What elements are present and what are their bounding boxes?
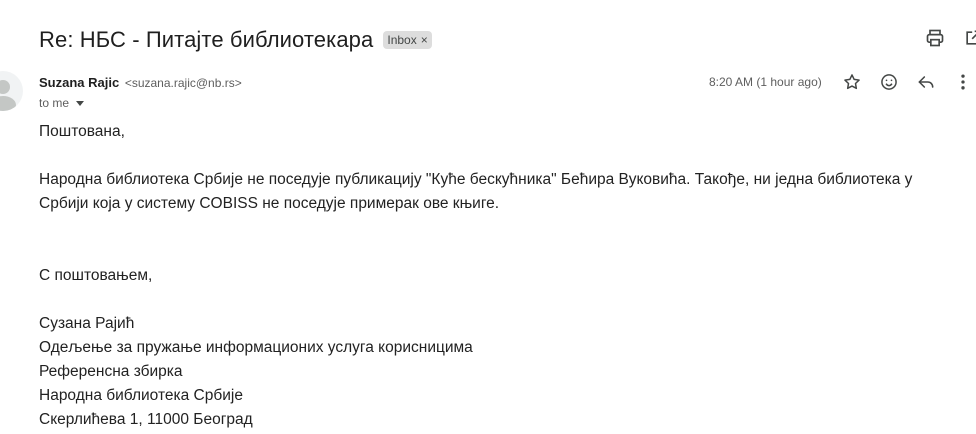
message-body: Поштована, Народна библиотека Србије не … (39, 120, 969, 432)
emoji-reaction-icon[interactable] (879, 72, 899, 92)
reply-icon[interactable] (916, 72, 936, 92)
recipient-label: to me (39, 96, 70, 110)
subject-row: Re: НБС - Питајте библиотекара Inbox × (39, 26, 976, 54)
sender-email: <suzana.rajic@nb.rs> (124, 76, 242, 90)
star-icon[interactable] (842, 72, 862, 92)
signature-organization: Народна библиотека Србије (39, 387, 243, 404)
recipient-details-toggle[interactable]: to me (39, 96, 85, 110)
more-vertical-icon[interactable] (953, 72, 973, 92)
sender-name[interactable]: Suzana Rajic (39, 75, 119, 90)
inbox-label-text: Inbox (387, 33, 417, 47)
open-in-new-window-icon[interactable] (963, 28, 976, 48)
chevron-down-icon[interactable] (76, 100, 85, 106)
body-line-1: Народна библиотека Србије не поседује пу… (39, 171, 913, 188)
thread-actions (925, 28, 976, 48)
message-timestamp: 8:20 AM (1 hour ago) (709, 75, 822, 89)
inbox-label-chip[interactable]: Inbox × (383, 31, 432, 49)
email-subject: Re: НБС - Питајте библиотекара (39, 27, 374, 52)
printer-icon[interactable] (925, 28, 945, 48)
sender-line: Suzana Rajic <suzana.rajic@nb.rs> (39, 75, 242, 90)
signature-unit: Референсна збирка (39, 363, 183, 380)
body-closing: С поштовањем, (39, 267, 153, 284)
person-avatar-icon (0, 71, 23, 111)
remove-label-button[interactable]: × (421, 33, 428, 47)
signature-department: Одељење за пружање информационих услуга … (39, 339, 473, 356)
signature-address: Скерлићева 1, 11000 Београд (39, 411, 253, 428)
body-line-2: Србији која у систему COBISS не поседује… (39, 195, 500, 212)
signature-name: Сузана Рајић (39, 315, 135, 332)
message-actions (842, 72, 973, 92)
message-meta: 8:20 AM (1 hour ago) (709, 72, 973, 92)
body-greeting: Поштована, (39, 123, 125, 140)
